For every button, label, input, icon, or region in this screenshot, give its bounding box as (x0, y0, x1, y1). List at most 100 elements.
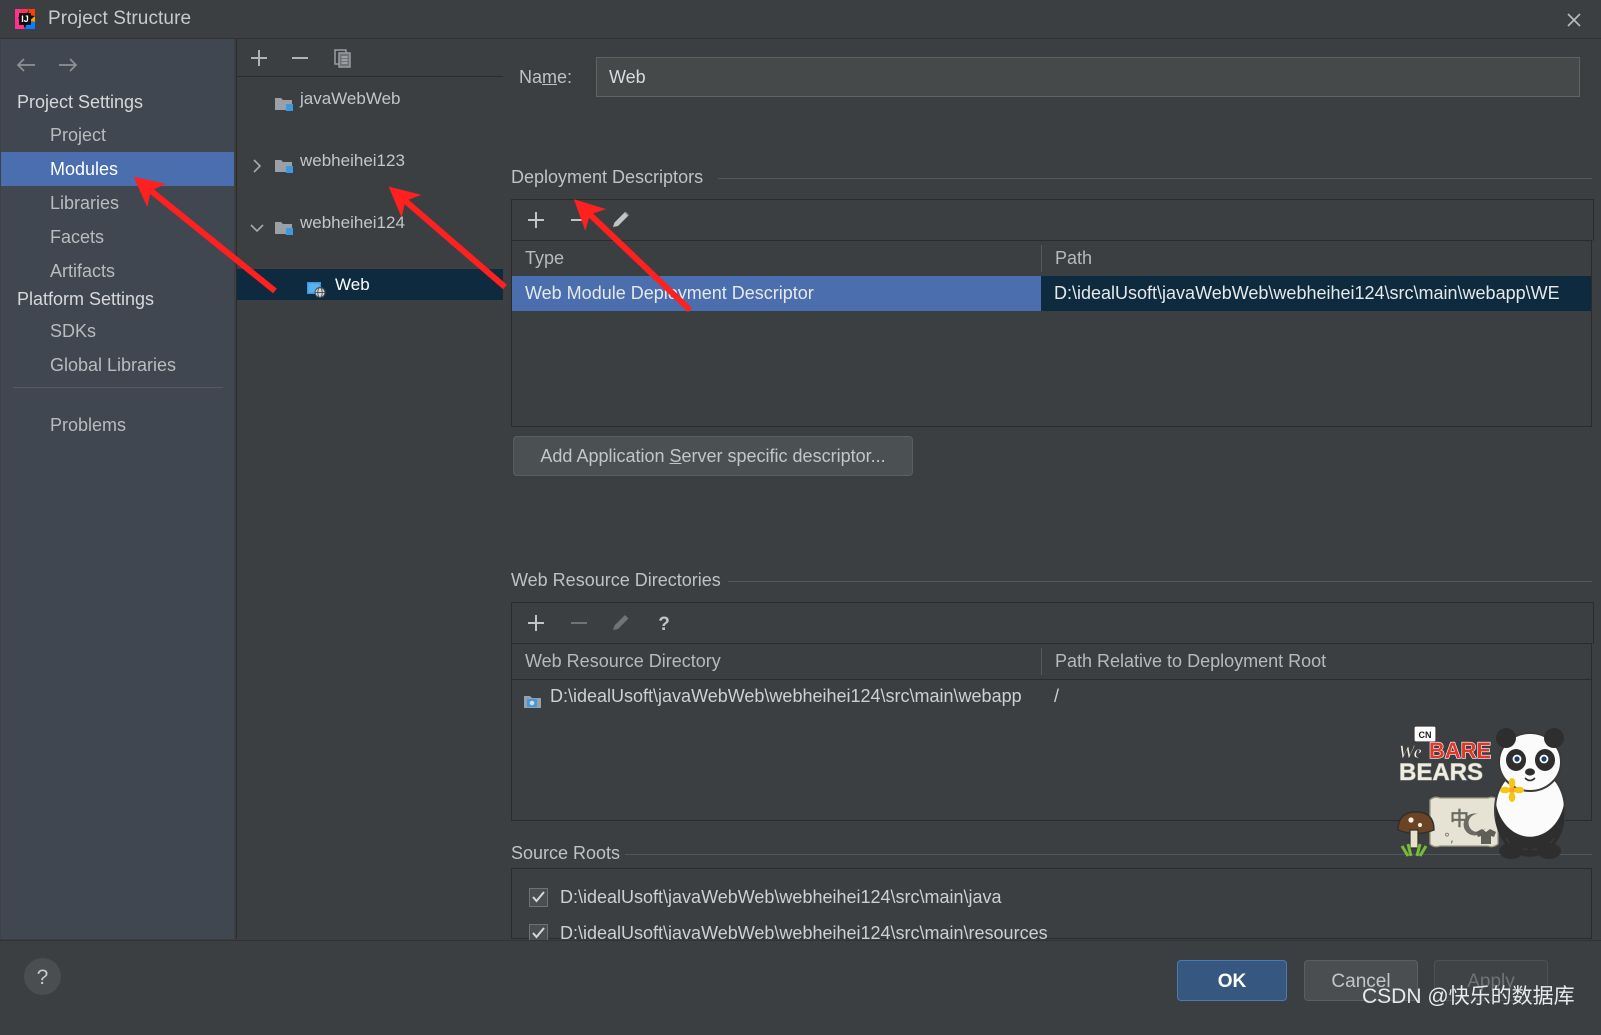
folder-web-icon (524, 688, 543, 714)
table-row[interactable]: Web Module Deployment Descriptor D:\idea… (512, 276, 1591, 311)
sidebar-group-project-settings: Project Settings (17, 92, 144, 112)
sidebar-item-sdks[interactable]: SDKs (1, 314, 234, 348)
dialog-footer: ? OK Cancel Apply (0, 940, 1601, 1035)
tree-node-label: Web (335, 275, 370, 294)
sidebar-item-facets[interactable]: Facets (1, 220, 234, 254)
module-folder-icon (275, 215, 293, 235)
source-roots-rule (625, 854, 1592, 855)
module-folder-icon (275, 91, 293, 111)
sidebar-item-modules[interactable]: Modules (1, 152, 234, 186)
remove-web-resource-button (566, 610, 592, 636)
tree-node-webheihei124[interactable]: webheihei124 (237, 207, 503, 238)
window-title: Project Structure (48, 8, 192, 29)
name-label-prefix: Na (519, 67, 543, 87)
sidebar-item-label: Modules (50, 159, 119, 179)
tree-node-label: webheihei123 (300, 151, 405, 170)
deployment-descriptors-title: Deployment Descriptors (511, 167, 714, 188)
web-resource-directories-rule (728, 581, 1592, 582)
add-web-resource-button[interactable] (523, 610, 549, 636)
web-resource-directories-toolbar: ? (511, 602, 1594, 644)
web-resource-directories-header: Web Resource Directory Path Relative to … (512, 644, 1591, 680)
table-row[interactable]: D:\idealUsoft\javaWebWeb\webheihei124\sr… (512, 679, 1591, 714)
chevron-right-icon[interactable] (249, 153, 265, 173)
add-descriptor-button[interactable] (523, 207, 549, 233)
sidebar-item-label: Facets (50, 227, 105, 247)
cell-path: D:\idealUsoft\javaWebWeb\webheihei124\sr… (1041, 276, 1591, 311)
module-tree-toolbar (237, 39, 503, 77)
web-facet-icon (307, 277, 326, 298)
title-bar: IJ Project Structure (0, 0, 1601, 39)
csdn-watermark: CSDN @快乐的数据库 (1362, 985, 1575, 1008)
source-roots-list: D:\idealUsoft\javaWebWeb\webheihei124\sr… (511, 868, 1592, 943)
sidebar-group-platform-settings: Platform Settings (17, 289, 155, 309)
deployment-descriptors-table: Type Path Web Module Deployment Descript… (511, 240, 1592, 427)
svg-text:°,: °, (1444, 831, 1454, 845)
column-header-path-relative[interactable]: Path Relative to Deployment Root (1042, 644, 1591, 679)
column-header-type[interactable]: Type (512, 241, 1041, 276)
help-web-resource-button[interactable]: ? (651, 610, 677, 636)
name-input[interactable] (596, 57, 1580, 97)
add-button-prefix: Add Application (540, 446, 670, 466)
sidebar-nav (1, 39, 234, 87)
name-label: Name: (519, 67, 572, 88)
help-button[interactable]: ? (24, 958, 61, 995)
deployment-descriptors-header: Type Path (512, 241, 1591, 277)
module-tree: javaWebWeb webheihei123 webheihei124 Web (237, 77, 503, 938)
add-module-button[interactable] (246, 45, 272, 71)
web-resource-directories-table: Web Resource Directory Path Relative to … (511, 643, 1592, 821)
settings-sidebar: Project Settings Project Modules Librari… (1, 39, 234, 939)
name-label-mnemonic: m (542, 67, 558, 87)
deployment-descriptors-toolbar (511, 199, 1594, 241)
sidebar-item-project[interactable]: Project (1, 118, 234, 152)
module-settings-panel: Name: Deployment Descriptors (503, 39, 1601, 943)
svg-text:IJ: IJ (21, 14, 29, 24)
sidebar-item-label: Artifacts (50, 261, 116, 281)
sidebar-item-label: Project (50, 125, 107, 145)
tree-node-web-facet[interactable]: Web (237, 269, 503, 300)
source-root-path: D:\idealUsoft\javaWebWeb\webheihei124\sr… (560, 887, 1002, 907)
cell-web-resource-directory: D:\idealUsoft\javaWebWeb\webheihei124\sr… (512, 679, 1041, 714)
tree-node-webheihei123[interactable]: webheihei123 (237, 145, 503, 176)
name-label-suffix: e: (557, 67, 573, 87)
sidebar-item-label: SDKs (50, 321, 97, 341)
add-app-server-descriptor-button[interactable]: Add Application Server specific descript… (513, 436, 913, 476)
edit-web-resource-button (608, 610, 634, 636)
source-roots-title: Source Roots (511, 843, 631, 864)
add-button-mnemonic: S (669, 446, 682, 466)
column-header-web-resource-directory[interactable]: Web Resource Directory (512, 644, 1041, 679)
sidebar-item-label: Global Libraries (50, 355, 177, 375)
cell-relative-path: / (1054, 686, 1060, 706)
remove-descriptor-button[interactable] (566, 207, 592, 233)
chevron-down-icon[interactable] (249, 215, 265, 233)
remove-module-button[interactable] (287, 45, 313, 71)
svg-text:?: ? (658, 614, 670, 635)
sidebar-divider (13, 387, 223, 388)
tree-node-label: javaWebWeb (300, 89, 401, 108)
web-resource-directories-title: Web Resource Directories (511, 570, 731, 591)
ok-button[interactable]: OK (1177, 960, 1287, 1001)
svg-text:?: ? (37, 966, 49, 989)
sidebar-item-libraries[interactable]: Libraries (1, 186, 234, 220)
tree-node-javawebweb[interactable]: javaWebWeb (237, 83, 503, 114)
deployment-descriptors-rule (718, 178, 1592, 179)
intellij-idea-icon: IJ (14, 8, 36, 30)
source-root-checkbox[interactable] (529, 888, 548, 907)
edit-descriptor-button[interactable] (608, 207, 634, 233)
name-row: Name: (511, 57, 1591, 99)
sidebar-item-label: Problems (50, 415, 127, 435)
module-tree-panel: javaWebWeb webheihei123 webheihei124 Web (236, 39, 504, 939)
sidebar-item-problems[interactable]: Problems (1, 408, 234, 442)
arrow-left-icon[interactable] (11, 53, 41, 77)
add-button-suffix: erver specific descriptor... (681, 446, 886, 466)
column-header-path[interactable]: Path (1042, 241, 1591, 276)
close-icon[interactable] (1561, 7, 1587, 33)
copy-module-button[interactable] (330, 45, 356, 71)
sidebar-item-global-libraries[interactable]: Global Libraries (1, 348, 234, 382)
cell-type: Web Module Deployment Descriptor (512, 276, 1041, 311)
tree-node-label: webheihei124 (300, 213, 405, 232)
source-root-row[interactable]: D:\idealUsoft\javaWebWeb\webheihei124\sr… (512, 879, 1591, 915)
module-folder-icon (275, 153, 293, 173)
sidebar-item-artifacts[interactable]: Artifacts (1, 254, 234, 288)
project-structure-dialog: IJ Project Structure Project Settings Pr… (0, 0, 1601, 1035)
arrow-right-icon[interactable] (53, 53, 83, 77)
